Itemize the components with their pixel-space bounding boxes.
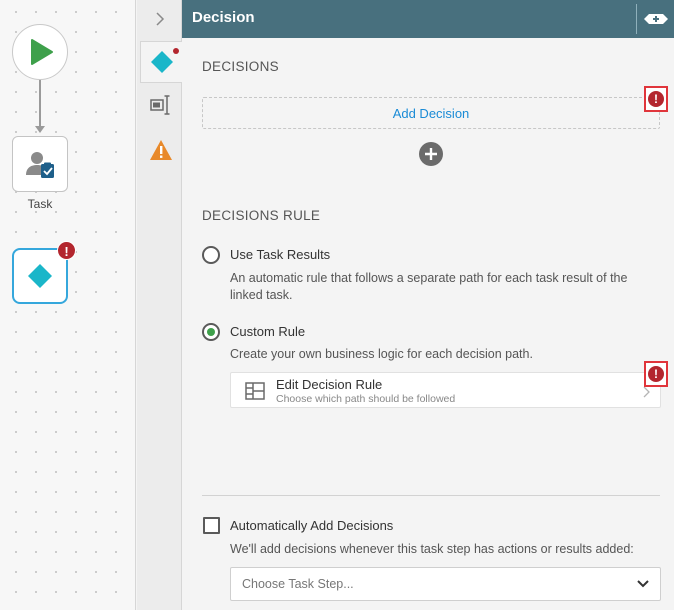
edit-decision-rule-subtitle: Choose which path should be followed	[276, 393, 456, 405]
use-task-results-label: Use Task Results	[230, 247, 331, 262]
connector-arrow	[35, 126, 45, 133]
panel-header: Decision	[182, 0, 674, 38]
warning-icon	[150, 140, 172, 160]
text-field-icon	[150, 95, 170, 115]
chevron-right-icon	[155, 12, 164, 26]
decision-panel: Decision DECISIONS Add Decision ! DECISI…	[182, 0, 674, 610]
tab-warnings[interactable]	[140, 129, 182, 171]
chevron-down-icon	[637, 580, 649, 588]
decisions-error-indicator[interactable]: !	[644, 86, 668, 112]
panel-title: Decision	[192, 9, 255, 26]
error-icon: !	[648, 366, 664, 382]
node-error-badge: !	[57, 241, 76, 260]
tab-decision[interactable]	[140, 41, 182, 83]
plus-icon	[425, 148, 437, 160]
task-node[interactable]	[12, 136, 68, 192]
expand-icon	[644, 14, 668, 24]
custom-rule-radio[interactable]	[202, 323, 220, 341]
diamond-icon	[28, 264, 52, 288]
use-task-results-radio[interactable]	[202, 246, 220, 264]
diamond-icon	[150, 51, 173, 73]
use-task-results-description: An automatic rule that follows a separat…	[230, 271, 628, 302]
custom-rule-description: Create your own business logic for each …	[230, 347, 533, 361]
edit-decision-rule-card[interactable]: Edit Decision Rule Choose which path sho…	[230, 372, 661, 408]
rule-error-indicator[interactable]: !	[644, 361, 668, 387]
play-icon	[31, 39, 53, 65]
auto-add-decisions-checkbox[interactable]	[203, 517, 220, 534]
decisions-heading: DECISIONS	[202, 59, 279, 74]
add-decision-button[interactable]: Add Decision	[202, 97, 660, 129]
panel-tabstrip	[137, 0, 182, 610]
chevron-right-icon	[643, 386, 650, 398]
user-task-icon	[26, 152, 54, 178]
auto-add-decisions-description: We'll add decisions whenever this task s…	[230, 542, 634, 556]
header-divider	[636, 4, 637, 34]
section-divider	[202, 495, 660, 496]
auto-add-decisions-label: Automatically Add Decisions	[230, 518, 394, 533]
rule-layout-icon	[245, 382, 265, 400]
workflow-canvas[interactable]: Task !	[0, 0, 136, 610]
tab-form[interactable]	[140, 84, 182, 126]
edit-decision-rule-title: Edit Decision Rule	[276, 377, 383, 392]
task-step-select-placeholder: Choose Task Step...	[242, 577, 354, 591]
task-node-label: Task	[27, 197, 53, 211]
collapse-panel-button[interactable]	[137, 0, 182, 38]
add-decision-plus-button[interactable]	[419, 142, 443, 166]
error-icon: !	[648, 91, 664, 107]
connector-line	[39, 80, 41, 128]
task-step-select[interactable]: Choose Task Step...	[230, 567, 661, 601]
start-node[interactable]	[12, 24, 68, 80]
decisions-rule-heading: DECISIONS RULE	[202, 208, 321, 223]
custom-rule-label: Custom Rule	[230, 324, 306, 339]
expand-panel-button[interactable]	[642, 8, 670, 30]
tab-error-dot	[173, 48, 179, 54]
